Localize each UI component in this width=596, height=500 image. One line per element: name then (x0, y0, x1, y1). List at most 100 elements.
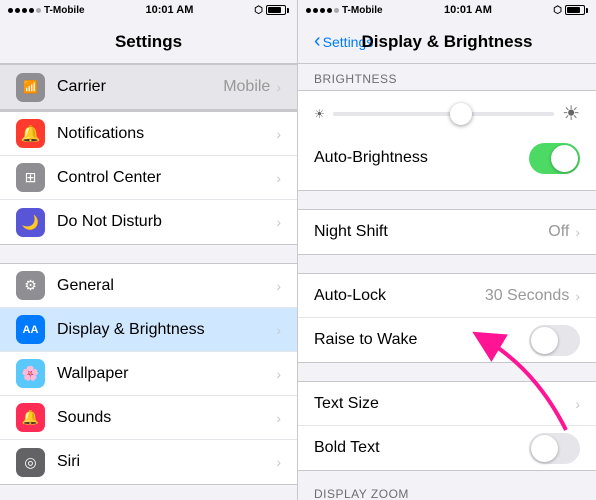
wallpaper-chevron: › (276, 366, 281, 382)
left-settings-list: 📶 Carrier Mobile › 🔔 Notifications › ⊞ C… (0, 64, 297, 500)
bold-text-toggle[interactable] (529, 433, 580, 464)
night-shift-group: Night Shift Off › (298, 209, 596, 255)
right-signal-dots (306, 8, 339, 13)
rdot5 (334, 8, 339, 13)
brightness-slider-row: ☀ ☀ (314, 101, 580, 126)
dot4 (29, 8, 34, 13)
list-item-carrier[interactable]: 📶 Carrier Mobile › (0, 65, 297, 109)
list-item-wallpaper[interactable]: 🌸 Wallpaper › (0, 352, 297, 396)
list-item-auto-lock[interactable]: Auto-Lock 30 Seconds › (298, 274, 596, 318)
auto-lock-group: Auto-Lock 30 Seconds › Raise to Wake (298, 273, 596, 363)
right-time: 10:01 AM (444, 4, 492, 16)
signal-dots (8, 8, 41, 13)
list-item-siri[interactable]: ◎ Siri › (0, 440, 297, 484)
back-chevron-icon: ‹ (314, 30, 321, 53)
list-item-do-not-disturb[interactable]: 🌙 Do Not Disturb › (0, 200, 297, 244)
brightness-track[interactable] (333, 112, 554, 116)
sounds-chevron: › (276, 410, 281, 426)
auto-brightness-label: Auto-Brightness (314, 149, 529, 167)
list-item-notifications[interactable]: 🔔 Notifications › (0, 112, 297, 156)
rdot4 (327, 8, 332, 13)
brightness-low-icon: ☀ (314, 107, 325, 121)
list-item-general[interactable]: ⚙ General › (0, 264, 297, 308)
brightness-section-label: BRIGHTNESS (298, 64, 596, 90)
siri-label: Siri (57, 453, 276, 471)
right-battery-icon (565, 5, 588, 15)
carrier-label: Carrier (57, 78, 223, 96)
sounds-icon: 🔔 (16, 403, 45, 432)
battery-fill (268, 7, 281, 13)
general-icon: ⚙ (16, 271, 45, 300)
auto-brightness-knob (551, 145, 578, 172)
rdot3 (320, 8, 325, 13)
list-item-control-center[interactable]: ⊞ Control Center › (0, 156, 297, 200)
rdot1 (306, 8, 311, 13)
raise-to-wake-knob (531, 327, 558, 354)
left-time: 10:01 AM (145, 4, 193, 16)
right-nav-bar: ‹ Settings Display & Brightness (298, 20, 596, 64)
do-not-disturb-chevron: › (276, 214, 281, 230)
carrier-value: Mobile (223, 78, 270, 96)
control-center-icon: ⊞ (16, 163, 45, 192)
do-not-disturb-label: Do Not Disturb (57, 213, 276, 231)
list-item-display[interactable]: AA Display & Brightness › (0, 308, 297, 352)
raise-to-wake-toggle[interactable] (529, 325, 580, 356)
battery-body (266, 5, 286, 15)
dot5 (36, 8, 41, 13)
right-status-bar: T-Mobile 10:01 AM ⬡ (298, 0, 596, 20)
general-chevron: › (276, 278, 281, 294)
left-status-right: ⬡ (254, 5, 289, 16)
left-nav-title: Settings (115, 32, 182, 52)
control-center-chevron: › (276, 170, 281, 186)
carrier-chevron: › (276, 79, 281, 95)
notifications-chevron: › (276, 126, 281, 142)
right-content: BRIGHTNESS ☀ ☀ Auto-Brightness (298, 64, 596, 500)
carrier-group: 📶 Carrier Mobile › (0, 64, 297, 110)
display-icon: AA (16, 315, 45, 344)
night-shift-chevron: › (575, 224, 580, 240)
right-battery-fill (567, 7, 580, 13)
brightness-fill (333, 112, 466, 116)
auto-lock-label: Auto-Lock (314, 287, 485, 305)
bluetooth-icon: ⬡ (254, 5, 263, 16)
right-panel: T-Mobile 10:01 AM ⬡ ‹ Settings Display &… (298, 0, 596, 500)
group1: 🔔 Notifications › ⊞ Control Center › 🌙 D… (0, 111, 297, 245)
auto-brightness-toggle[interactable] (529, 143, 580, 174)
display-chevron: › (276, 322, 281, 338)
left-nav-bar: Settings (0, 20, 297, 64)
list-item-sounds[interactable]: 🔔 Sounds › (0, 396, 297, 440)
right-status-right: ⬡ (553, 5, 588, 16)
auto-lock-value: 30 Seconds (485, 287, 570, 305)
brightness-thumb (450, 103, 472, 125)
wallpaper-label: Wallpaper (57, 365, 276, 383)
dot1 (8, 8, 13, 13)
gap1 (298, 191, 596, 209)
general-label: General (57, 277, 276, 295)
notifications-label: Notifications (57, 125, 276, 143)
bold-text-label: Bold Text (314, 439, 529, 457)
display-zoom-label: DISPLAY ZOOM (298, 479, 596, 500)
bold-text-knob (531, 435, 558, 462)
control-center-label: Control Center (57, 169, 276, 187)
right-bluetooth-icon: ⬡ (553, 5, 562, 16)
left-status-bar: T-Mobile 10:01 AM ⬡ (0, 0, 297, 20)
dot3 (22, 8, 27, 13)
night-shift-label: Night Shift (314, 223, 548, 241)
group2: ⚙ General › AA Display & Brightness › 🌸 … (0, 263, 297, 485)
text-size-label: Text Size (314, 395, 575, 413)
carrier-label: T-Mobile (44, 5, 85, 16)
list-item-bold-text[interactable]: Bold Text (298, 426, 596, 470)
list-item-night-shift[interactable]: Night Shift Off › (298, 210, 596, 254)
gap2 (298, 255, 596, 273)
dot2 (15, 8, 20, 13)
left-panel: T-Mobile 10:01 AM ⬡ Settings 📶 Carrier M… (0, 0, 298, 500)
carrier-icon: 📶 (16, 73, 45, 102)
rdot2 (313, 8, 318, 13)
text-group: Text Size › Bold Text (298, 381, 596, 471)
brightness-high-icon: ☀ (562, 101, 580, 126)
display-label: Display & Brightness (57, 321, 276, 339)
sounds-label: Sounds (57, 409, 276, 427)
siri-icon: ◎ (16, 448, 45, 477)
list-item-raise-to-wake[interactable]: Raise to Wake (298, 318, 596, 362)
list-item-text-size[interactable]: Text Size › (298, 382, 596, 426)
